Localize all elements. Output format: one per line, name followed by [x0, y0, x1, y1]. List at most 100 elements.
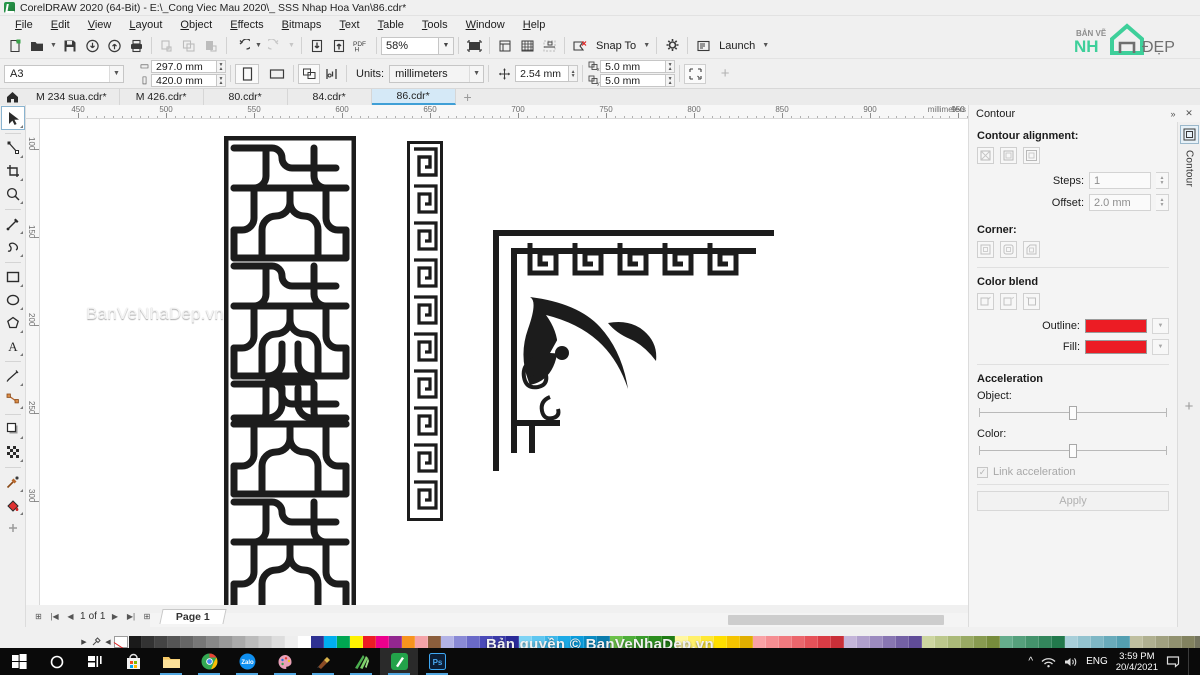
color-acceleration-slider[interactable]	[977, 444, 1169, 458]
palette-color-swatch[interactable]	[597, 635, 610, 648]
new-document-button[interactable]	[4, 35, 26, 57]
undo-dropdown-caret[interactable]: ▼	[253, 35, 264, 57]
action-center-icon[interactable]	[1166, 655, 1180, 668]
show-rulers-button[interactable]	[494, 35, 516, 57]
page-width-spinner[interactable]: ▼ ▲	[217, 60, 226, 73]
tool-flyout-arrow[interactable]	[19, 406, 23, 409]
palette-color-swatch[interactable]	[142, 635, 155, 648]
snap-to-label[interactable]: Snap To	[591, 40, 641, 52]
eyedropper-icon[interactable]	[90, 635, 102, 648]
lattice-panel-pattern[interactable]	[224, 136, 356, 605]
palette-color-swatch[interactable]	[740, 635, 753, 648]
dragon-corner-ornament[interactable]	[490, 227, 780, 477]
palette-color-swatch[interactable]	[1104, 635, 1117, 648]
menu-item-edit[interactable]: Edit	[42, 18, 79, 32]
menu-item-view[interactable]: View	[79, 18, 121, 32]
zoom-level-input[interactable]: 58%	[381, 36, 439, 55]
document-tab[interactable]: 84.cdr*	[287, 89, 372, 105]
palette-color-swatch[interactable]	[818, 635, 831, 648]
palette-color-swatch[interactable]	[714, 635, 727, 648]
show-grid-button[interactable]	[516, 35, 538, 57]
palette-color-swatch[interactable]	[675, 635, 688, 648]
palette-color-swatch[interactable]	[1195, 635, 1200, 648]
add-docker-plus-icon[interactable]: +	[1185, 398, 1194, 415]
no-color-swatch[interactable]	[114, 635, 128, 648]
page-height-spinner[interactable]: ▼ ▲	[217, 74, 226, 87]
unikey-button[interactable]	[304, 648, 342, 675]
first-page-button[interactable]: |◀	[48, 610, 61, 623]
text-tool[interactable]: A	[2, 335, 24, 357]
launch-icon[interactable]	[692, 35, 714, 57]
parallel-dimension-tool[interactable]	[2, 365, 24, 387]
document-tab[interactable]: M 234 sua.cdr*	[24, 89, 120, 105]
landscape-orientation-button[interactable]	[265, 64, 289, 84]
horizontal-scroll-thumb[interactable]	[728, 615, 944, 625]
bevel-corner-button[interactable]	[1023, 241, 1040, 258]
save-button[interactable]	[59, 35, 81, 57]
fill-color-swatch[interactable]	[1085, 340, 1147, 354]
palette-color-swatch[interactable]	[623, 635, 636, 648]
paste-button[interactable]	[200, 35, 222, 57]
tool-flyout-arrow[interactable]	[19, 512, 23, 515]
horizontal-scrollbar[interactable]	[150, 613, 968, 627]
palette-color-swatch[interactable]	[610, 635, 623, 648]
open-dropdown-caret[interactable]: ▼	[48, 35, 59, 57]
page-tab[interactable]: Page 1	[159, 608, 227, 624]
palette-color-swatch[interactable]	[844, 635, 857, 648]
palette-color-swatch[interactable]	[181, 635, 194, 648]
palette-color-swatch[interactable]	[272, 635, 285, 648]
palette-color-swatch[interactable]	[207, 635, 220, 648]
palette-color-swatch[interactable]	[584, 635, 597, 648]
greek-key-border-strip[interactable]	[407, 141, 443, 521]
palette-color-swatch[interactable]	[857, 635, 870, 648]
align-none-button[interactable]	[977, 147, 994, 164]
round-corner-button[interactable]	[1000, 241, 1017, 258]
tool-flyout-arrow[interactable]	[19, 459, 23, 462]
palette-color-swatch[interactable]	[506, 635, 519, 648]
sketchup-button[interactable]	[342, 648, 380, 675]
palette-color-swatch[interactable]	[155, 635, 168, 648]
palette-color-swatch[interactable]	[337, 635, 350, 648]
menu-item-window[interactable]: Window	[457, 18, 514, 32]
show-guidelines-button[interactable]	[538, 35, 560, 57]
palette-scroll-up[interactable]: ▶	[78, 635, 90, 648]
duplicate-x-spinner[interactable]: ▼ ▲	[666, 60, 676, 73]
align-outside-button[interactable]	[1023, 147, 1040, 164]
add-page-start-button[interactable]: ⊞	[32, 610, 45, 623]
tool-flyout-arrow[interactable]	[19, 489, 23, 492]
property-bar-overflow-plus[interactable]: +	[714, 63, 736, 85]
more-tools[interactable]	[2, 517, 24, 539]
palette-color-swatch[interactable]	[220, 635, 233, 648]
wifi-icon[interactable]	[1041, 656, 1056, 668]
palette-color-swatch[interactable]	[493, 635, 506, 648]
menu-item-object[interactable]: Object	[171, 18, 221, 32]
palette-color-swatch[interactable]	[1052, 635, 1065, 648]
file-explorer-button[interactable]	[152, 648, 190, 675]
palette-color-swatch[interactable]	[402, 635, 415, 648]
document-tab[interactable]: 80.cdr*	[203, 89, 288, 105]
open-document-button[interactable]	[26, 35, 48, 57]
palette-color-swatch[interactable]	[1143, 635, 1156, 648]
show-desktop-button[interactable]	[1188, 648, 1196, 675]
nudge-spinner[interactable]: ▲ ▼	[569, 65, 579, 82]
chrome-browser-button[interactable]	[190, 648, 228, 675]
align-center-button[interactable]	[1000, 147, 1017, 164]
palette-color-swatch[interactable]	[1182, 635, 1195, 648]
counterclockwise-blend-button[interactable]	[1023, 293, 1040, 310]
launch-caret[interactable]: ▼	[760, 35, 771, 57]
close-x-icon[interactable]: ✕	[1182, 107, 1196, 121]
portrait-orientation-button[interactable]	[235, 63, 259, 84]
nudge-distance-input[interactable]: 2.54 mm	[515, 65, 570, 82]
tool-flyout-arrow[interactable]	[19, 201, 23, 204]
page-or-object-size-button[interactable]	[298, 63, 320, 84]
palette-color-swatch[interactable]	[753, 635, 766, 648]
tool-flyout-arrow[interactable]	[19, 330, 23, 333]
link-acceleration-row[interactable]: ✓ Link acceleration	[977, 466, 1169, 478]
palette-color-swatch[interactable]	[1169, 635, 1182, 648]
chevrons-right-icon[interactable]: »	[1166, 107, 1180, 121]
horizontal-ruler[interactable]: 450 500 550 600 650 700 750 800 850 900 950 millime…	[26, 105, 968, 119]
tool-flyout-arrow[interactable]	[19, 353, 23, 356]
tool-flyout-arrow[interactable]	[19, 383, 23, 386]
palette-color-swatch[interactable]	[636, 635, 649, 648]
artistic-media-tool[interactable]	[2, 236, 24, 258]
